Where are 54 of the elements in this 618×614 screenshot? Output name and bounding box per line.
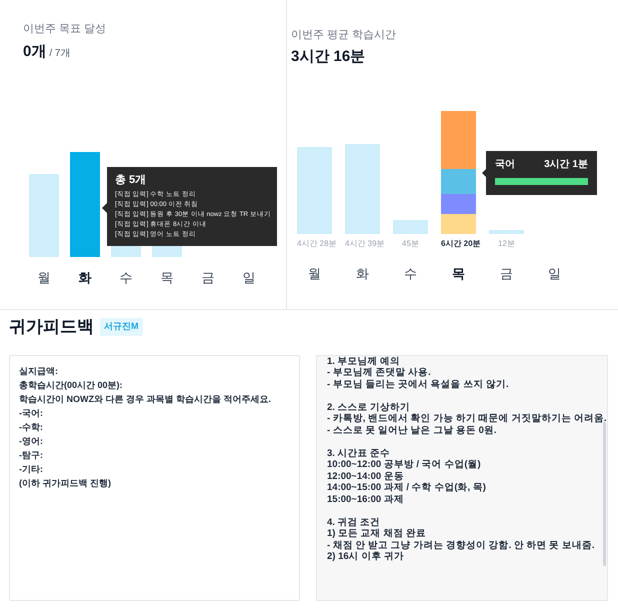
teacher-badge: 서규진M — [100, 318, 142, 336]
chart-bar[interactable] — [70, 152, 100, 257]
text-line: 1. 부모님께 예의 — [327, 356, 400, 367]
day-label[interactable]: 화 — [345, 264, 380, 284]
text-line: - 카톡방, 밴드에서 확인 가능 하기 때문에 거짓말하기는 어려움. — [327, 413, 607, 424]
bar-segment[interactable] — [441, 169, 476, 194]
day-label[interactable]: 화 — [70, 268, 100, 288]
day-label[interactable]: 월 — [297, 264, 332, 284]
day-label[interactable]: 수 — [111, 268, 141, 288]
bar-segment[interactable] — [297, 147, 332, 234]
subject-name: 국어 — [495, 158, 515, 172]
text-line: - 부모님께 존댓말 사용. — [327, 367, 431, 378]
day-label[interactable]: 일 — [537, 264, 572, 284]
day-label[interactable]: 목 — [441, 264, 476, 284]
goal-count: 0개 — [23, 42, 46, 62]
bar-segment[interactable] — [441, 214, 476, 234]
bar-segment[interactable] — [441, 111, 476, 169]
text-line: 4. 귀검 조건 — [327, 516, 380, 528]
card-label: 이번주 평균 학습시간 — [291, 28, 398, 43]
goal-total: / 7개 — [49, 46, 70, 60]
text-line: - 부모님 들리는 곳에서 욕설을 쓰지 않기. — [327, 378, 509, 390]
text-line: 15:00~16:00 과제 — [327, 494, 404, 505]
text-line: 2) 16시 이후 귀가 — [327, 551, 404, 562]
tooltip-title: 총 5개 — [115, 173, 148, 188]
subject-time: 3시간 1분 — [544, 158, 588, 172]
bar-segment[interactable] — [489, 230, 524, 234]
day-label[interactable]: 금 — [489, 264, 524, 284]
text-line: 12:00~14:00 운동 — [327, 470, 404, 482]
bar-segment[interactable] — [345, 144, 380, 234]
bar-value: 45분 — [402, 239, 419, 248]
card-label: 이번주 목표 달성 — [23, 22, 108, 37]
average-time: 3시간 16분 — [291, 46, 366, 66]
text-line: 10:00~12:00 공부방 / 국어 수업(월) — [327, 459, 481, 470]
bar-value: 4시간 28분 — [297, 239, 337, 248]
day-label[interactable]: 수 — [393, 264, 428, 284]
bar-segment[interactable] — [441, 194, 476, 214]
text-line: 2. 스스로 기상하기 — [327, 402, 410, 413]
text-line: 3. 시간표 준수 — [327, 448, 390, 459]
text-line: 14:00~15:00 과제 / 수학 수업(화, 목) — [327, 482, 486, 494]
bar-value: 4시간 39분 — [345, 239, 385, 248]
text-line: - 스스로 못 일어난 날은 그날 용돈 0원. — [327, 424, 497, 436]
feedback-field[interactable]: 실지급액: 총학습시간(00시간 00분): 학습시간이 NOWZ와 다른 경우 과목별 학습시간을 적어주세요. -국어: -수학: -영어: -탐구: -기타: (이하 귀가피드백 진행) — [9, 354, 300, 600]
bar-value: 6시간 20분 — [441, 239, 481, 248]
bar-value: 12분 — [498, 239, 515, 248]
feedback-field[interactable] — [316, 354, 608, 600]
text-line: - 채점 안 받고 그냥 가려는 경향성이 강함. 안 하면 못 보내줌. — [327, 540, 594, 551]
chart-bar[interactable] — [29, 174, 59, 257]
section-title: 귀가피드백 — [9, 316, 94, 338]
day-label[interactable]: 금 — [193, 268, 223, 288]
text-line: 1) 모든 교재 채점 완료 — [327, 528, 426, 540]
day-label[interactable]: 일 — [234, 268, 264, 288]
bar-segment[interactable] — [393, 220, 428, 234]
day-label[interactable]: 목 — [152, 268, 182, 288]
day-label[interactable]: 월 — [29, 268, 59, 288]
